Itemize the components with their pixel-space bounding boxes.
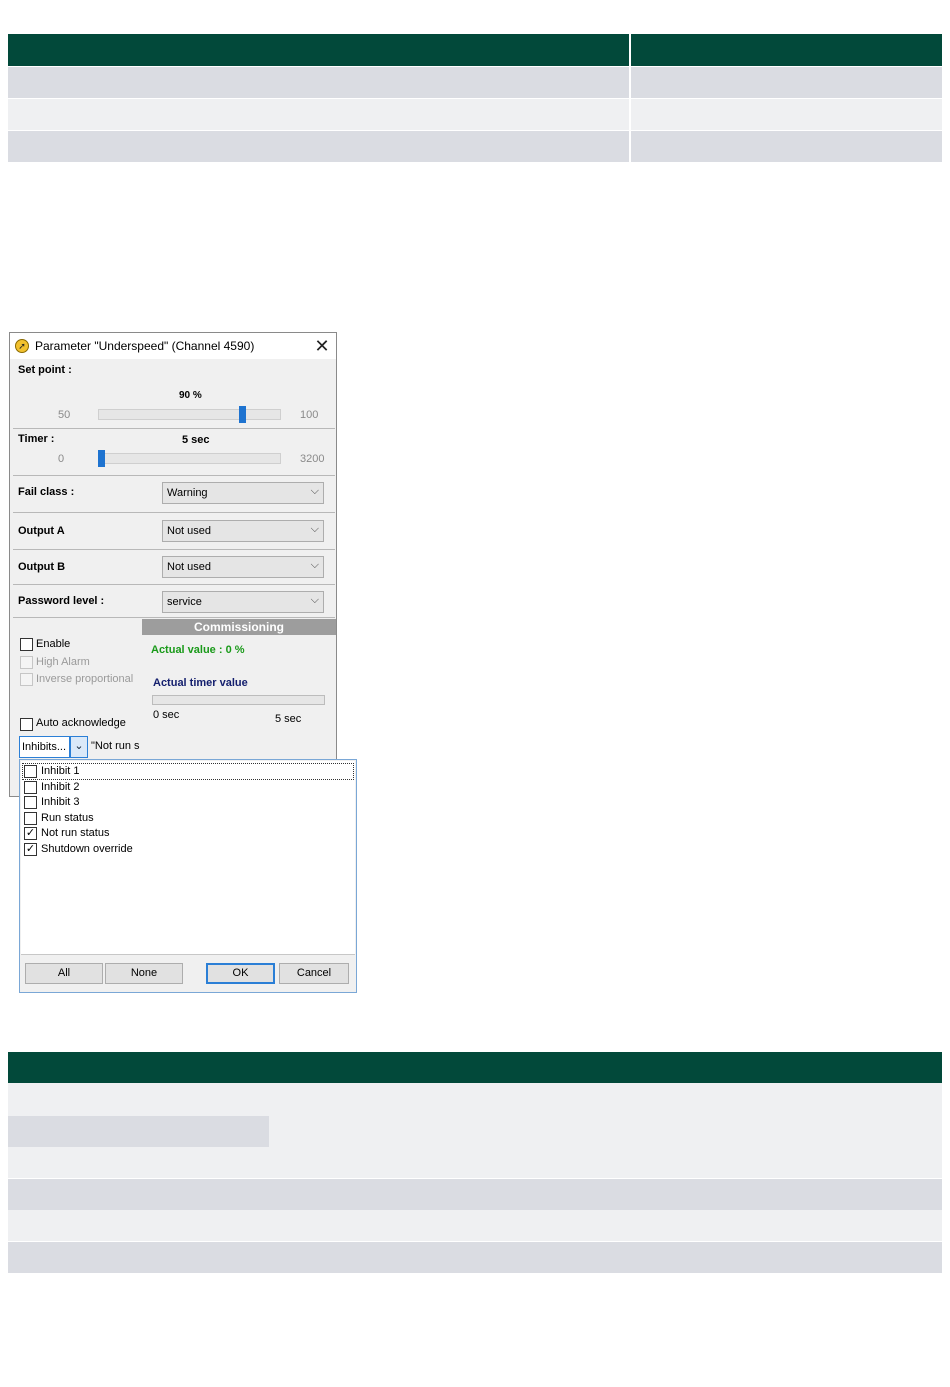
list-item-not-run-status[interactable]: ✓ Not run status	[23, 826, 353, 841]
output-b-value: Not used	[167, 561, 212, 573]
divider	[13, 584, 335, 585]
actual-timer-bar	[152, 695, 325, 705]
divider	[13, 428, 335, 429]
set-point-value: 90 %	[179, 390, 202, 401]
list-item-shutdown-override[interactable]: ✓ Shutdown override	[23, 842, 353, 857]
password-level-select[interactable]: service ⌵	[162, 591, 324, 613]
enable-checkbox[interactable]	[20, 638, 33, 651]
fail-class-value: Warning	[167, 487, 208, 499]
cancel-button[interactable]: Cancel	[279, 963, 349, 984]
output-b-select[interactable]: Not used ⌵	[162, 556, 324, 578]
table-row	[8, 67, 942, 98]
all-button[interactable]: All	[25, 963, 103, 984]
inhibit-2-checkbox[interactable]	[24, 781, 37, 794]
list-item-label: Shutdown override	[41, 843, 133, 855]
column-divider	[629, 34, 631, 162]
password-level-label: Password level :	[18, 595, 105, 607]
output-a-value: Not used	[167, 525, 212, 537]
output-a-select[interactable]: Not used ⌵	[162, 520, 324, 542]
divider	[13, 617, 335, 618]
table-row	[8, 1179, 942, 1210]
timer-label: Timer :	[18, 433, 55, 445]
timer-slider-track[interactable]	[98, 453, 281, 464]
output-a-label: Output A	[18, 525, 65, 537]
set-point-min: 50	[58, 409, 71, 421]
table-row	[8, 1116, 269, 1147]
actual-timer-max: 5 sec	[275, 713, 302, 725]
top-table	[8, 34, 942, 162]
close-button[interactable]: ✕	[310, 334, 334, 358]
fail-class-label: Fail class :	[18, 486, 75, 498]
fail-class-select[interactable]: Warning ⌵	[162, 482, 324, 504]
chevron-down-icon[interactable]: ⌄	[70, 736, 88, 758]
timer-value: 5 sec	[182, 434, 210, 446]
none-button[interactable]: None	[105, 963, 183, 984]
commissioning-panel: Commissioning Actual value : 0 % Actual …	[142, 619, 336, 759]
chevron-down-icon: ⌵	[310, 594, 319, 606]
divider	[13, 512, 335, 513]
inhibit-3-checkbox[interactable]	[24, 796, 37, 809]
enable-label: Enable	[36, 638, 71, 650]
set-point-max: 100	[300, 409, 319, 421]
table-row	[8, 131, 942, 162]
title-bar: ➚ Parameter "Underspeed" (Channel 4590) …	[10, 333, 336, 359]
set-point-slider-thumb[interactable]	[239, 406, 246, 423]
ok-button[interactable]: OK	[206, 963, 275, 984]
bottom-table-header	[8, 1052, 942, 1083]
list-item-label: Inhibit 1	[41, 765, 80, 777]
list-item-label: Not run status	[41, 827, 110, 839]
set-point-label: Set point :	[18, 364, 72, 376]
inhibits-button[interactable]: Inhibits...	[19, 736, 70, 758]
inverse-proportional-checkbox	[20, 673, 33, 686]
list-item-inhibit-3[interactable]: Inhibit 3	[23, 795, 353, 810]
high-alarm-label: High Alarm	[36, 656, 90, 668]
timer-slider-thumb[interactable]	[98, 450, 105, 467]
timer-min: 0	[58, 453, 65, 465]
output-b-label: Output B	[18, 561, 66, 573]
divider	[13, 549, 335, 550]
timer-max: 3200	[300, 453, 325, 465]
chevron-down-icon: ⌵	[310, 559, 319, 571]
table-row	[8, 1210, 942, 1241]
parameter-dialog: ➚ Parameter "Underspeed" (Channel 4590) …	[9, 332, 337, 797]
bottom-table	[8, 1052, 942, 1273]
list-item-inhibit-1[interactable]: Inhibit 1	[22, 763, 354, 780]
list-item-label: Inhibit 2	[41, 781, 80, 793]
password-level-value: service	[167, 596, 202, 608]
auto-acknowledge-checkbox[interactable]	[20, 718, 33, 731]
inhibits-label: Inhibits...	[22, 741, 67, 753]
table-row	[8, 99, 942, 130]
list-item-run-status[interactable]: Run status	[23, 811, 353, 826]
inhibit-1-checkbox[interactable]	[24, 765, 37, 778]
auto-acknowledge-label: Auto acknowledge	[36, 717, 126, 729]
shutdown-override-checkbox[interactable]: ✓	[24, 843, 37, 856]
actual-timer-min: 0 sec	[153, 709, 180, 721]
chevron-down-icon: ⌵	[310, 523, 319, 535]
divider	[13, 475, 335, 476]
inhibits-popup: Inhibit 1 Inhibit 2 Inhibit 3 Run status…	[19, 759, 357, 993]
actual-value: Actual value : 0 %	[151, 644, 245, 656]
dialog-title: Parameter "Underspeed" (Channel 4590)	[35, 339, 255, 353]
list-item-label: Inhibit 3	[41, 796, 80, 808]
run-status-checkbox[interactable]	[24, 812, 37, 825]
set-point-slider-track[interactable]	[98, 409, 281, 420]
inhibits-list: Inhibit 1 Inhibit 2 Inhibit 3 Run status…	[21, 761, 355, 955]
chevron-down-icon: ⌵	[310, 485, 319, 497]
commissioning-header: Commissioning	[142, 619, 336, 635]
list-item-inhibit-2[interactable]: Inhibit 2	[23, 780, 353, 795]
actual-timer-label: Actual timer value	[153, 677, 248, 689]
list-item-label: Run status	[41, 812, 94, 824]
table-row	[8, 1242, 942, 1273]
inverse-proportional-label: Inverse proportional	[36, 673, 134, 685]
compass-icon: ➚	[15, 339, 29, 353]
top-table-header	[8, 34, 942, 66]
inhibits-summary: "Not run s	[91, 740, 140, 752]
not-run-status-checkbox[interactable]: ✓	[24, 827, 37, 840]
high-alarm-checkbox	[20, 656, 33, 669]
